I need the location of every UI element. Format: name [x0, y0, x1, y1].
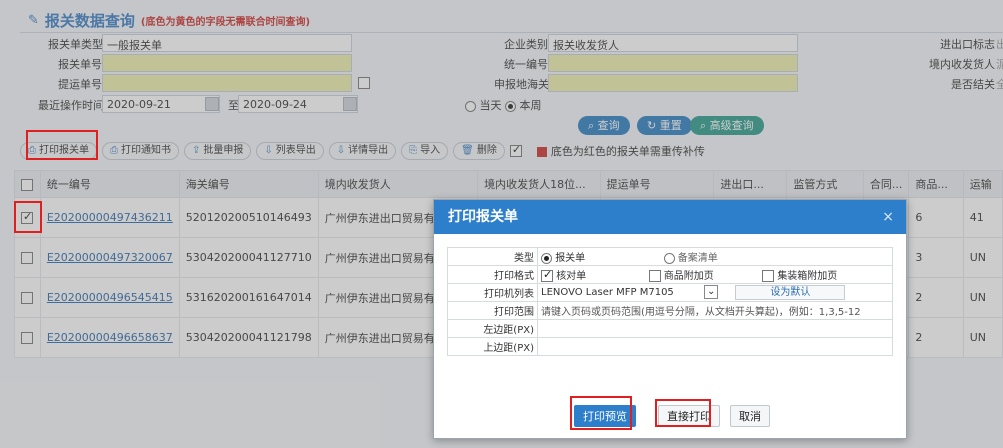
printer-label: 打印机列表: [447, 283, 538, 302]
top-margin-row: 上边距(PX): [447, 337, 893, 356]
set-default-button[interactable]: 设为默认: [735, 285, 846, 300]
type-radio-record[interactable]: [663, 252, 675, 264]
format-option-label: 集装箱附加页: [777, 271, 838, 282]
highlight-box: [655, 399, 711, 427]
type-option-label: 备案清单: [677, 253, 718, 264]
format-option-label: 商品附加页: [663, 271, 714, 282]
format-options: 核对单 商品附加页 集装箱附加页: [537, 265, 893, 284]
dialog-header: 打印报关单 ×: [434, 200, 906, 234]
type-option-label: 报关单: [555, 253, 586, 264]
format-checkbox-container[interactable]: [762, 270, 775, 282]
dialog-title: 打印报关单: [448, 209, 518, 225]
highlight-box: [26, 130, 98, 160]
format-checkbox-check[interactable]: [541, 268, 553, 282]
cancel-button[interactable]: 取消: [730, 405, 770, 427]
printer-row: 打印机列表 LENOVO Laser MFP M7105 ⌄ 设为默认: [447, 283, 893, 302]
highlight-box: [570, 396, 632, 430]
left-margin-input[interactable]: [537, 319, 893, 338]
format-label: 打印格式: [447, 265, 538, 284]
range-label: 打印范围: [447, 301, 538, 320]
type-options: 报关单 备案清单: [537, 247, 893, 266]
type-label: 类型: [447, 247, 538, 266]
format-row: 打印格式 核对单 商品附加页 集装箱附加页: [447, 265, 893, 284]
print-options-form: 类型 报关单 备案清单 打印格式 核对单 商品附加页 集装箱附加页: [447, 247, 893, 356]
range-input[interactable]: 请键入页码或页码范围(用逗号分隔，从文档开头算起)，例如：1,3,5-12: [537, 301, 893, 320]
format-option-label: 核对单: [556, 271, 587, 282]
type-row: 类型 报关单 备案清单: [447, 247, 893, 266]
left-margin-row: 左边距(PX): [447, 319, 893, 338]
top-margin-input[interactable]: [537, 337, 893, 356]
close-icon[interactable]: ×: [882, 200, 894, 234]
format-checkbox-goods[interactable]: [648, 270, 661, 282]
printer-select[interactable]: LENOVO Laser MFP M7105: [541, 287, 701, 298]
range-row: 打印范围 请键入页码或页码范围(用逗号分隔，从文档开头算起)，例如：1,3,5-…: [447, 301, 893, 320]
chevron-down-icon[interactable]: ⌄: [704, 285, 719, 299]
top-margin-label: 上边距(PX): [447, 337, 538, 356]
highlight-box: [14, 201, 42, 233]
printer-options: LENOVO Laser MFP M7105 ⌄ 设为默认: [537, 283, 893, 302]
type-radio-declaration[interactable]: [541, 252, 552, 264]
left-margin-label: 左边距(PX): [447, 319, 538, 338]
